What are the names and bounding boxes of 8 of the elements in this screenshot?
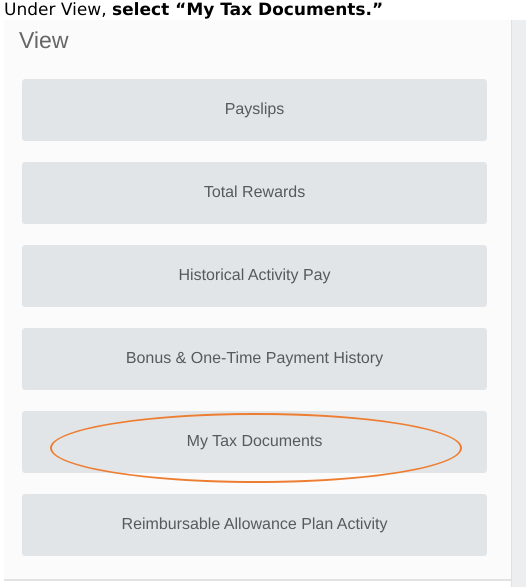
menu-button[interactable]: Payslips (22, 79, 487, 141)
menu-button[interactable]: Historical Activity Pay (22, 245, 487, 307)
menu-button[interactable]: My Tax Documents (22, 411, 487, 473)
menu-button[interactable]: Bonus & One-Time Payment History (22, 328, 487, 390)
menu-button[interactable]: Total Rewards (22, 162, 487, 224)
menu-button[interactable]: Reimbursable Allowance Plan Activity (22, 494, 487, 556)
instruction-text: Under View, select “My Tax Documents.” (3, 0, 384, 20)
section-title: View (18, 26, 70, 55)
